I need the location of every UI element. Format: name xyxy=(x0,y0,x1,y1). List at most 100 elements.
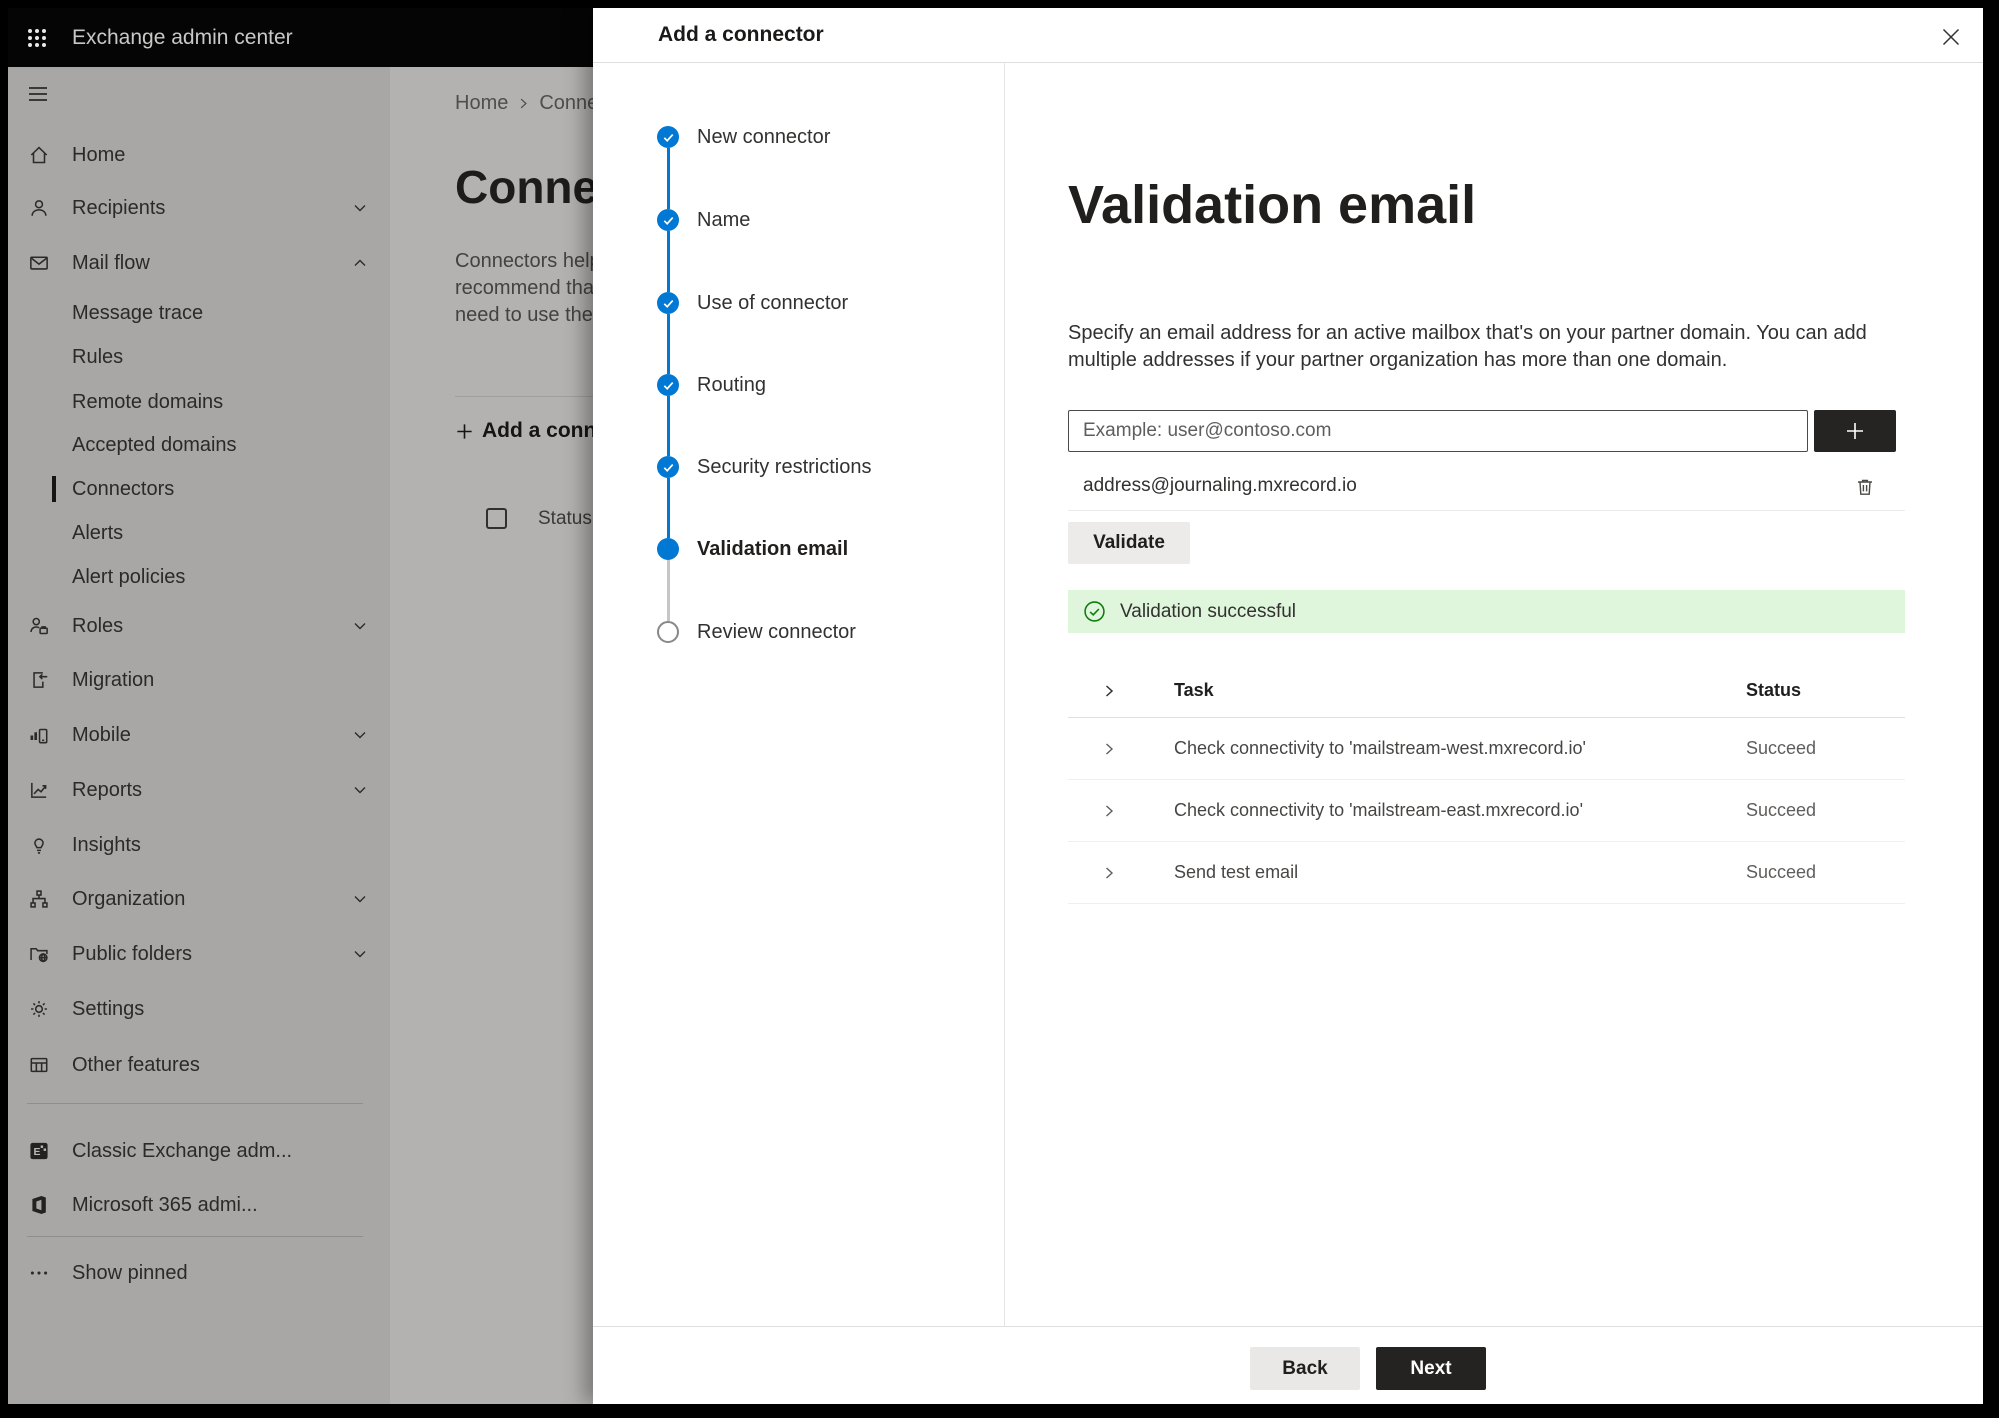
sidebar-item-accepted-domains[interactable]: Accepted domains xyxy=(8,432,390,458)
step-routing[interactable]: Routing xyxy=(657,372,766,398)
sidebar-item-roles[interactable]: Roles xyxy=(8,613,390,639)
address-email: address@journaling.mxrecord.io xyxy=(1083,475,1357,496)
sidebar-item-remote-domains[interactable]: Remote domains xyxy=(8,389,390,415)
waffle-icon xyxy=(28,29,46,47)
app-launcher-button[interactable] xyxy=(24,25,50,51)
breadcrumb-current: Conne xyxy=(539,91,597,114)
step-connector-line xyxy=(667,148,670,209)
screen: Exchange admin center Home Recipients Ma… xyxy=(0,0,1999,1418)
divider xyxy=(1004,63,1005,1326)
close-button[interactable] xyxy=(1934,20,1968,54)
chevron-down-icon xyxy=(350,944,370,964)
org-chart-icon xyxy=(28,888,50,910)
sidebar-item-home[interactable]: Home xyxy=(8,142,390,168)
step-connector-line xyxy=(667,231,670,292)
sidebar-item-classic-exchange[interactable]: E Classic Exchange adm... xyxy=(8,1138,390,1164)
sidebar-item-recipients[interactable]: Recipients xyxy=(8,195,390,221)
step-connector-line xyxy=(667,478,670,538)
sidebar-item-alerts[interactable]: Alerts xyxy=(8,520,390,546)
step-upcoming-icon xyxy=(657,621,679,643)
sidebar-item-migration[interactable]: Migration xyxy=(8,667,390,693)
step-connector-line xyxy=(667,314,670,374)
sidebar-item-show-pinned[interactable]: Show pinned xyxy=(8,1260,390,1286)
divider xyxy=(1068,510,1905,511)
step-use-of-connector[interactable]: Use of connector xyxy=(657,290,848,316)
trash-icon xyxy=(1858,479,1872,495)
sidebar-item-insights[interactable]: Insights xyxy=(8,832,390,858)
lightbulb-icon xyxy=(28,834,50,856)
ellipsis-icon xyxy=(28,1262,50,1284)
chevron-up-icon xyxy=(350,253,370,273)
classic-exchange-icon: E xyxy=(28,1140,50,1162)
mobile-icon xyxy=(28,724,50,746)
table-row: Check connectivity to 'mailstream-east.m… xyxy=(1068,780,1905,842)
sidebar-item-settings[interactable]: Settings xyxy=(8,996,390,1022)
add-address-button[interactable] xyxy=(1814,410,1896,452)
divider xyxy=(593,1326,1983,1327)
sidebar-item-organization[interactable]: Organization xyxy=(8,886,390,912)
step-check-icon xyxy=(657,374,679,396)
step-name[interactable]: Name xyxy=(657,207,750,233)
breadcrumb-home-link[interactable]: Home xyxy=(455,92,508,115)
next-button[interactable]: Next xyxy=(1376,1347,1486,1390)
task-cell: Check connectivity to 'mailstream-east.m… xyxy=(1174,800,1584,820)
sidebar-item-reports[interactable]: Reports xyxy=(8,777,390,803)
chevron-down-icon xyxy=(350,616,370,636)
task-cell: Check connectivity to 'mailstream-west.m… xyxy=(1174,738,1586,758)
status-cell: Succeed xyxy=(1746,862,1817,882)
chevron-down-icon xyxy=(350,725,370,745)
expand-row-chevron-icon[interactable] xyxy=(1101,741,1117,757)
sidebar-item-message-trace[interactable]: Message trace xyxy=(8,300,390,326)
panel-title: Add a connector xyxy=(658,23,824,46)
nav-collapse-button[interactable] xyxy=(26,82,50,106)
sidebar-item-microsoft-365-admin[interactable]: Microsoft 365 admi... xyxy=(8,1192,390,1218)
status-column-header: Status xyxy=(1746,680,1802,700)
delete-address-button[interactable] xyxy=(1850,472,1880,502)
grid-table-icon xyxy=(28,1054,50,1076)
step-connector-line xyxy=(667,396,670,456)
table-row: Check connectivity to 'mailstream-west.m… xyxy=(1068,718,1905,780)
validation-success-banner: Validation successful xyxy=(1068,590,1905,633)
step-new-connector[interactable]: New connector xyxy=(657,124,830,150)
sidebar-item-rules[interactable]: Rules xyxy=(8,344,390,370)
step-current-icon xyxy=(657,538,679,560)
sidebar-item-public-folders[interactable]: Public folders xyxy=(8,941,390,967)
step-connector-line xyxy=(667,560,670,621)
add-connector-panel: Add a connector New connector Name Use o… xyxy=(593,8,1983,1404)
select-all-checkbox[interactable] xyxy=(486,508,507,529)
status-cell: Succeed xyxy=(1746,738,1817,758)
step-validation-email[interactable]: Validation email xyxy=(657,536,848,562)
step-security-restrictions[interactable]: Security restrictions xyxy=(657,454,872,480)
sidebar-item-alert-policies[interactable]: Alert policies xyxy=(8,564,390,590)
plus-icon xyxy=(1847,423,1863,439)
public-folder-icon xyxy=(28,943,50,965)
page-intro-text: Connectors help recommend that need to u… xyxy=(455,250,597,326)
validate-button[interactable]: Validate xyxy=(1068,522,1190,564)
divider xyxy=(455,396,601,397)
divider xyxy=(593,62,1983,63)
roles-icon xyxy=(28,615,50,637)
status-column-header: Status xyxy=(538,508,592,529)
content-description: Specify an email address for an active m… xyxy=(1068,322,1867,371)
sidebar-item-other-features[interactable]: Other features xyxy=(8,1052,390,1078)
add-connector-button[interactable]: Add a conn xyxy=(455,416,601,446)
expand-row-chevron-icon[interactable] xyxy=(1101,803,1117,819)
close-icon xyxy=(1942,28,1960,46)
step-check-icon xyxy=(657,456,679,478)
expand-all-chevron-icon[interactable] xyxy=(1101,683,1117,699)
task-column-header: Task xyxy=(1174,680,1214,700)
back-button[interactable]: Back xyxy=(1250,1347,1360,1390)
migration-icon xyxy=(28,669,50,691)
email-address-input[interactable] xyxy=(1068,410,1808,452)
sidebar-divider xyxy=(27,1103,363,1104)
svg-text:E: E xyxy=(34,1147,41,1158)
sidebar-item-connectors[interactable]: Connectors xyxy=(8,476,390,502)
sidebar-item-mail-flow[interactable]: Mail flow xyxy=(8,250,390,276)
step-review-connector[interactable]: Review connector xyxy=(657,619,856,645)
expand-row-chevron-icon[interactable] xyxy=(1101,865,1117,881)
status-cell: Succeed xyxy=(1746,800,1817,820)
breadcrumb-chevron-icon xyxy=(517,97,530,110)
sidebar-item-mobile[interactable]: Mobile xyxy=(8,722,390,748)
validation-task-table: Task Status Check connectivity to 'mails… xyxy=(1068,664,1905,904)
mail-icon xyxy=(28,252,50,274)
